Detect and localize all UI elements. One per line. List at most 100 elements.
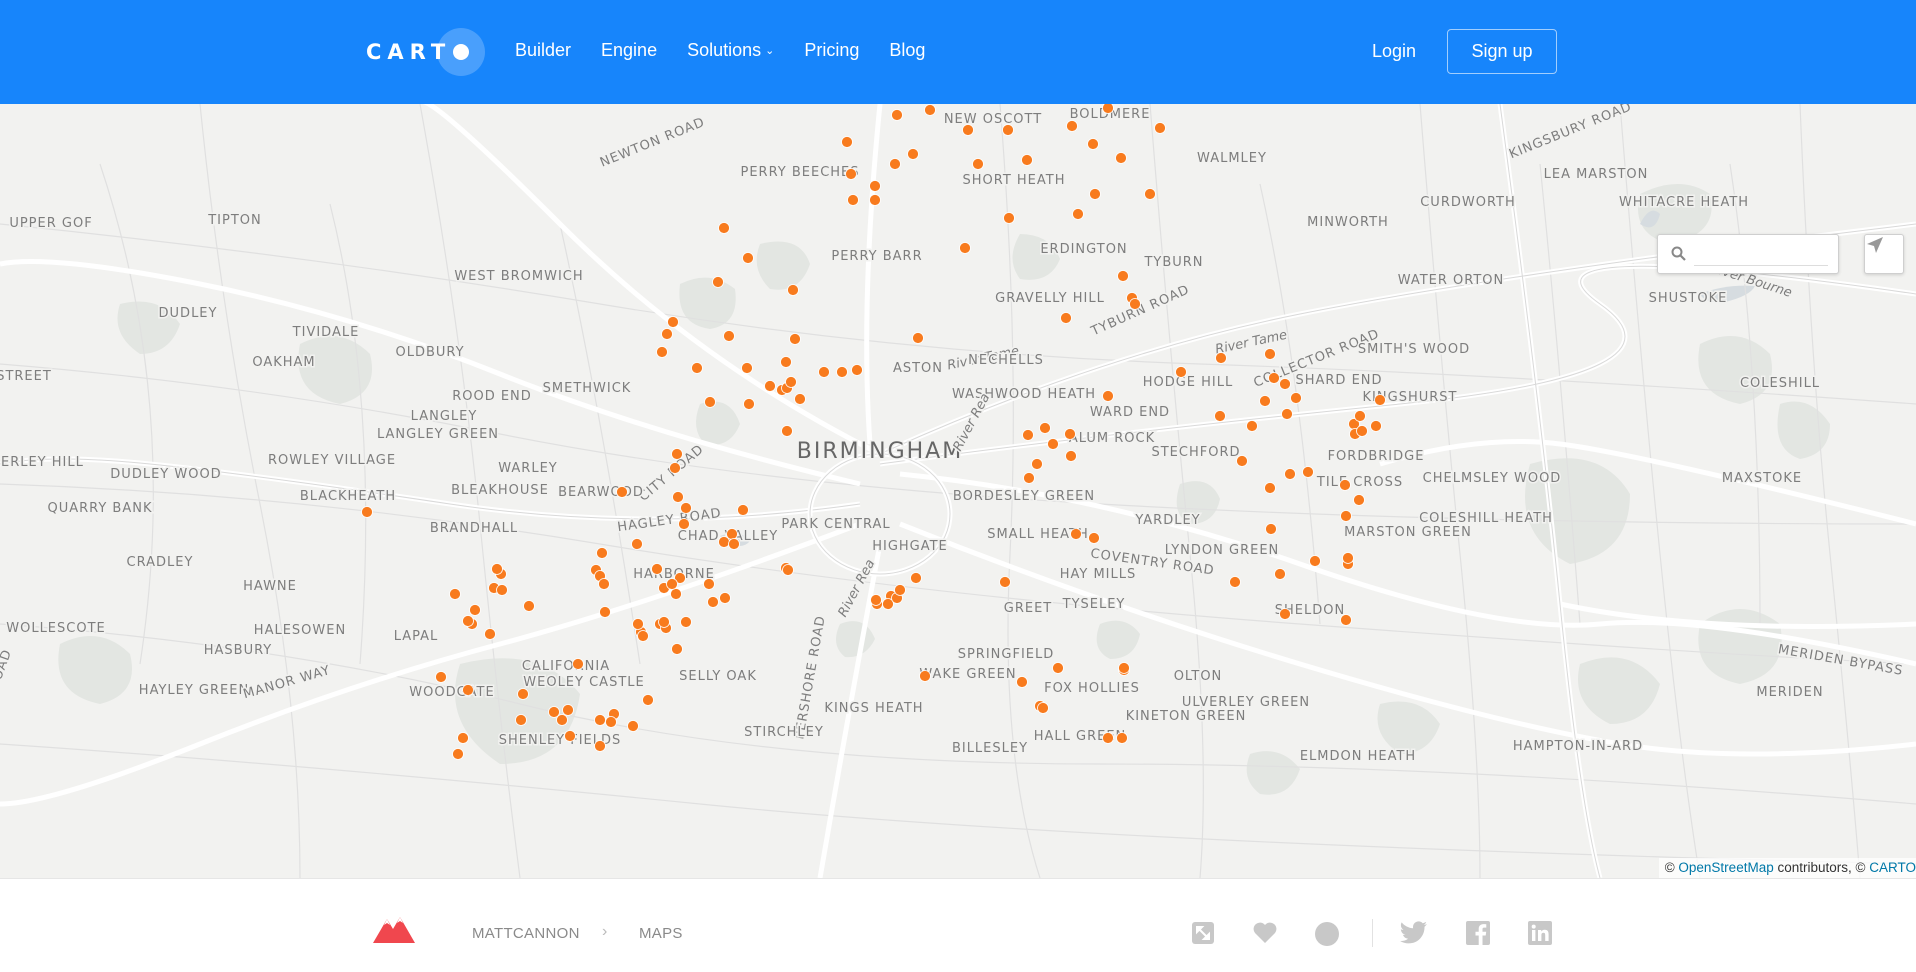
locate-button[interactable] (1864, 234, 1904, 274)
map-search-box[interactable] (1657, 234, 1839, 274)
map-marker[interactable] (712, 276, 724, 288)
map-marker[interactable] (1339, 479, 1351, 491)
map-marker[interactable] (642, 694, 654, 706)
map-marker[interactable] (972, 158, 984, 170)
carto-link[interactable]: CARTO (1869, 860, 1916, 875)
map-marker[interactable] (787, 284, 799, 296)
map-marker[interactable] (361, 506, 373, 518)
map-marker[interactable] (452, 748, 464, 760)
map-marker[interactable] (1072, 208, 1084, 220)
breadcrumb-maps[interactable]: MAPS (639, 925, 683, 942)
map-marker[interactable] (562, 704, 574, 716)
map-marker[interactable] (637, 630, 649, 642)
circle-icon[interactable] (1314, 921, 1340, 947)
map-marker[interactable] (670, 588, 682, 600)
map-marker[interactable] (462, 615, 474, 627)
map-marker[interactable] (847, 194, 859, 206)
map-marker[interactable] (818, 366, 830, 378)
map-marker[interactable] (1264, 348, 1276, 360)
map-marker[interactable] (1302, 466, 1314, 478)
map-marker[interactable] (719, 592, 731, 604)
map-marker[interactable] (1060, 312, 1072, 324)
map-marker[interactable] (962, 124, 974, 136)
map-marker[interactable] (1039, 422, 1051, 434)
breadcrumb-user[interactable]: MATTCANNON (472, 925, 580, 942)
map-marker[interactable] (484, 628, 496, 640)
map-marker[interactable] (632, 618, 644, 630)
map-marker[interactable] (661, 328, 673, 340)
linkedin-icon[interactable] (1528, 921, 1552, 945)
map-marker[interactable] (869, 194, 881, 206)
map-marker[interactable] (1264, 482, 1276, 494)
map-marker[interactable] (780, 356, 792, 368)
map-marker[interactable] (556, 714, 568, 726)
carto-logo[interactable]: CART (366, 28, 486, 76)
map-marker[interactable] (667, 316, 679, 328)
map-marker[interactable] (999, 576, 1011, 588)
map-marker[interactable] (678, 518, 690, 530)
map-marker[interactable] (1087, 138, 1099, 150)
nav-pricing[interactable]: Pricing (804, 40, 859, 61)
map-marker[interactable] (596, 547, 608, 559)
map-marker[interactable] (841, 136, 853, 148)
map-marker[interactable] (605, 716, 617, 728)
nav-builder[interactable]: Builder (515, 40, 571, 61)
map-canvas[interactable]: BIRMINGHAM NEWTON ROAD NEW OSCOTT BOLDMERE P… (0, 104, 1916, 878)
map-marker[interactable] (1002, 124, 1014, 136)
map-marker[interactable] (891, 109, 903, 121)
map-marker[interactable] (707, 596, 719, 608)
map-marker[interactable] (1281, 408, 1293, 420)
map-marker[interactable] (781, 425, 793, 437)
map-marker[interactable] (782, 564, 794, 576)
map-marker[interactable] (1066, 120, 1078, 132)
map-marker[interactable] (1016, 676, 1028, 688)
map-marker[interactable] (594, 740, 606, 752)
map-marker[interactable] (599, 606, 611, 618)
map-marker[interactable] (869, 180, 881, 192)
map-marker[interactable] (1088, 532, 1100, 544)
map-marker[interactable] (723, 330, 735, 342)
map-marker[interactable] (870, 594, 882, 606)
map-marker[interactable] (598, 578, 610, 590)
map-marker[interactable] (728, 538, 740, 550)
map-marker[interactable] (1279, 608, 1291, 620)
map-marker[interactable] (1115, 152, 1127, 164)
map-marker[interactable] (1340, 614, 1352, 626)
map-marker[interactable] (666, 578, 678, 590)
map-marker[interactable] (1089, 188, 1101, 200)
map-marker[interactable] (894, 584, 906, 596)
map-marker[interactable] (462, 684, 474, 696)
map-marker[interactable] (1037, 702, 1049, 714)
map-marker[interactable] (491, 563, 503, 575)
map-marker[interactable] (669, 462, 681, 474)
map-marker[interactable] (656, 346, 668, 358)
heart-icon[interactable] (1252, 921, 1278, 945)
map-marker[interactable] (741, 362, 753, 374)
map-marker[interactable] (1116, 732, 1128, 744)
map-marker[interactable] (1003, 212, 1015, 224)
map-marker[interactable] (691, 362, 703, 374)
map-marker[interactable] (523, 600, 535, 612)
map-marker[interactable] (919, 670, 931, 682)
map-marker[interactable] (435, 671, 447, 683)
map-marker[interactable] (672, 491, 684, 503)
map-marker[interactable] (1031, 458, 1043, 470)
map-marker[interactable] (1284, 468, 1296, 480)
map-marker[interactable] (671, 448, 683, 460)
map-marker[interactable] (564, 730, 576, 742)
map-marker[interactable] (718, 536, 730, 548)
map-marker[interactable] (1052, 662, 1064, 674)
map-marker[interactable] (789, 333, 801, 345)
map-marker[interactable] (496, 584, 508, 596)
map-marker[interactable] (743, 398, 755, 410)
map-marker[interactable] (627, 720, 639, 732)
map-marker[interactable] (449, 588, 461, 600)
map-marker[interactable] (1342, 552, 1354, 564)
map-marker[interactable] (718, 222, 730, 234)
map-marker[interactable] (1356, 425, 1368, 437)
nav-blog[interactable]: Blog (889, 40, 925, 61)
map-marker[interactable] (1374, 394, 1386, 406)
map-marker[interactable] (959, 242, 971, 254)
map-marker[interactable] (469, 604, 481, 616)
map-marker[interactable] (1129, 298, 1141, 310)
